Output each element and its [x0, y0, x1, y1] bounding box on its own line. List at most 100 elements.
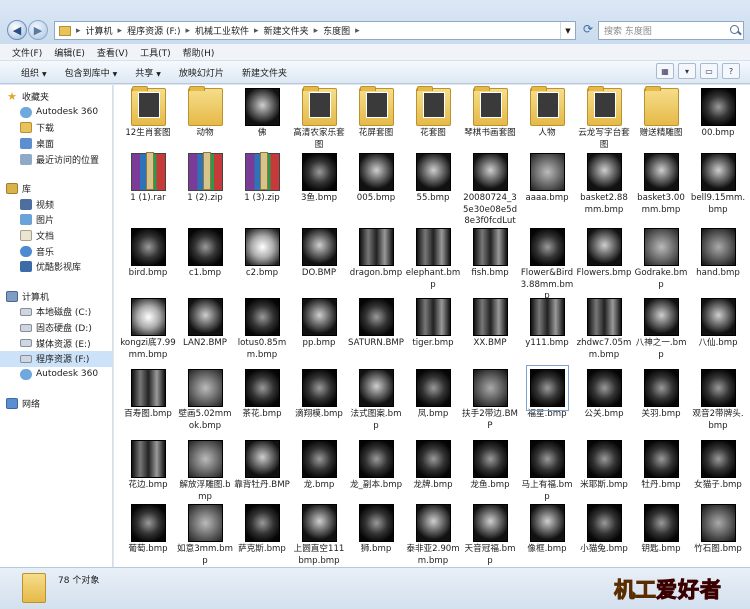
file-item[interactable]: 凤.bmp [405, 369, 461, 421]
folder-item[interactable]: 花屏套图 [348, 86, 404, 140]
file-item[interactable]: dragon.bmp [348, 228, 404, 280]
file-item[interactable]: 萨克斯.bmp [234, 504, 290, 556]
file-item[interactable]: 55.bmp [405, 153, 461, 205]
breadcrumb-item[interactable]: 机械工业软件 [192, 24, 252, 37]
nav-item-videos[interactable]: 视频 [0, 197, 112, 213]
menu-help[interactable]: 帮助(H) [177, 46, 221, 59]
file-item[interactable]: aaaa.bmp [519, 153, 575, 205]
nav-item-autodesk360[interactable]: Autodesk 360 [0, 105, 112, 121]
nav-computer[interactable]: 计算机 [0, 289, 112, 305]
nav-item-documents[interactable]: 文档 [0, 228, 112, 244]
nav-item-youku[interactable]: 优酷影视库 [0, 259, 112, 275]
nav-item-music[interactable]: 音乐 [0, 243, 112, 259]
file-item[interactable]: kongzi底7.99mm.bmp [120, 298, 176, 361]
folder-item[interactable]: 动物 [177, 86, 233, 140]
file-item[interactable]: 小猫兔.bmp [576, 504, 632, 556]
file-item[interactable]: Flowers.bmp [576, 228, 632, 280]
include-library-button[interactable]: 包含到库中 ▼ [56, 66, 127, 79]
file-item[interactable]: 花边.bmp [120, 440, 176, 492]
file-item[interactable]: 米耶斯.bmp [576, 440, 632, 492]
file-item[interactable]: 天音冠福.bmp [462, 504, 518, 567]
file-item[interactable]: 扶手2带边.BMP [462, 369, 518, 432]
file-item[interactable]: pp.bmp [291, 298, 347, 350]
refresh-icon[interactable]: ⟳ [580, 22, 596, 38]
folder-item[interactable]: 高清农家乐套图 [291, 86, 347, 151]
nav-item-drive-e[interactable]: 媒体资源 (E:) [0, 335, 112, 351]
nav-item-drive-c[interactable]: 本地磁盘 (C:) [0, 304, 112, 320]
file-item[interactable]: 如意3mm.bmp [177, 504, 233, 567]
breadcrumb-item[interactable]: 新建文件夹 [261, 24, 312, 37]
nav-item-autodesk360-2[interactable]: Autodesk 360 [0, 367, 112, 383]
file-item[interactable]: 葡萄.bmp [120, 504, 176, 556]
file-item[interactable]: 龙牌.bmp [405, 440, 461, 492]
menu-edit[interactable]: 编辑(E) [48, 46, 91, 59]
folder-item[interactable]: 赠送精雕图 [633, 86, 689, 140]
chevron-down-icon[interactable]: ▾ [678, 63, 696, 79]
folder-item[interactable]: 12生肖套图 [120, 86, 176, 140]
back-button[interactable]: ◀ [7, 20, 27, 40]
nav-item-recent[interactable]: 最近访问的位置 [0, 151, 112, 167]
file-item[interactable]: 女猫子.bmp [690, 440, 746, 492]
menu-file[interactable]: 文件(F) [6, 46, 48, 59]
help-icon[interactable]: ? [722, 63, 740, 79]
organize-button[interactable]: 组织 ▼ [12, 66, 56, 79]
file-item[interactable]: 解放浮雕图.bmp [177, 440, 233, 503]
file-item[interactable]: 牡丹.bmp [633, 440, 689, 492]
file-item[interactable]: 龙鱼.bmp [462, 440, 518, 492]
nav-item-desktop[interactable]: 桌面 [0, 136, 112, 152]
share-button[interactable]: 共享 ▼ [126, 66, 170, 79]
file-item[interactable]: c1.bmp [177, 228, 233, 280]
file-item[interactable]: y111.bmp [519, 298, 575, 350]
file-item[interactable]: 百寿图.bmp [120, 369, 176, 421]
file-item[interactable]: 1 (3).zip [234, 152, 290, 205]
new-folder-button[interactable]: 新建文件夹 [233, 66, 296, 79]
file-item[interactable]: tiger.bmp [405, 298, 461, 350]
file-item[interactable]: zhdwc7.05mm.bmp [576, 298, 632, 361]
file-item[interactable]: 八神之一.bmp [633, 298, 689, 361]
breadcrumb-item[interactable]: 计算机 [83, 24, 116, 37]
nav-item-downloads[interactable]: 下载 [0, 120, 112, 136]
breadcrumb-item[interactable]: 东度图 [320, 24, 353, 37]
search-input[interactable]: 搜索 东度图 [598, 21, 744, 40]
file-item[interactable]: 泰非亚2.90mm.bmp [405, 504, 461, 567]
nav-libraries[interactable]: 库 [0, 181, 112, 197]
folder-item[interactable]: 琴棋书画套图 [462, 86, 518, 140]
chevron-down-icon[interactable]: ▼ [560, 22, 575, 39]
menu-tools[interactable]: 工具(T) [134, 46, 177, 59]
file-item[interactable]: 20080724_35e30e08e5d8e3f0fcdLutvN... [462, 153, 518, 239]
nav-item-pictures[interactable]: 图片 [0, 212, 112, 228]
forward-button[interactable]: ▶ [28, 20, 48, 40]
file-item[interactable]: 像框.bmp [519, 504, 575, 556]
file-item[interactable]: XX.BMP [462, 298, 518, 350]
nav-item-drive-f[interactable]: 程序资源 (F:) [0, 350, 112, 367]
file-item[interactable]: lotus0.85mm.bmp [234, 298, 290, 361]
file-item[interactable]: LAN2.BMP [177, 298, 233, 350]
file-item[interactable]: 八仙.bmp [690, 298, 746, 350]
file-item[interactable]: basket3.00mm.bmp [633, 153, 689, 216]
file-item[interactable]: elephant.bmp [405, 228, 461, 291]
file-item[interactable]: basket2.88mm.bmp [576, 153, 632, 216]
breadcrumb-item[interactable]: 程序资源 (F:) [124, 24, 183, 37]
file-item[interactable]: 005.bmp [348, 153, 404, 205]
folder-item[interactable]: 花套图 [405, 86, 461, 140]
file-item[interactable]: Flower&Bird3.88mm.bmp [519, 228, 575, 303]
file-item[interactable]: bell9.15mm.bmp [690, 153, 746, 216]
nav-item-drive-d[interactable]: 固态硬盘 (D:) [0, 320, 112, 336]
preview-pane-icon[interactable]: ▭ [700, 63, 718, 79]
file-item[interactable]: 1 (2).zip [177, 152, 233, 205]
file-item[interactable]: 狮.bmp [348, 504, 404, 556]
file-item[interactable]: 00.bmp [690, 88, 746, 140]
file-item[interactable]: 钥匙.bmp [633, 504, 689, 556]
file-item[interactable]: 上圆直空111bmp.bmp [291, 504, 347, 567]
file-item[interactable]: bird.bmp [120, 228, 176, 280]
file-item[interactable]: 福星.bmp [519, 365, 575, 421]
file-item[interactable]: 茶花.bmp [234, 369, 290, 421]
file-item[interactable]: Godrake.bmp [633, 228, 689, 291]
file-item[interactable]: 关羽.bmp [633, 369, 689, 421]
file-item[interactable]: fish.bmp [462, 228, 518, 280]
file-item[interactable]: 佛 [234, 88, 290, 140]
file-item[interactable]: 1 (1).rar [120, 152, 176, 205]
file-item[interactable]: 龙.bmp [291, 440, 347, 492]
file-item[interactable]: 法式图案.bmp [348, 369, 404, 432]
search-icon[interactable] [729, 24, 743, 38]
